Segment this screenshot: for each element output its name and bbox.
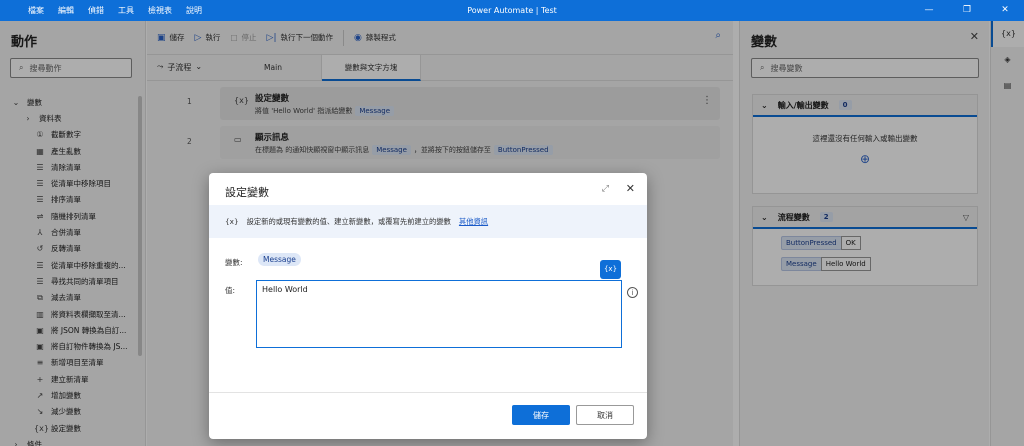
dialog-info-banner: {x} 設定新的或現有變數的值、建立新變數，或覆寫先前建立的變數 其他資訊 xyxy=(209,205,647,238)
maximize-button[interactable]: ❐ xyxy=(948,0,986,21)
minimize-button[interactable]: — xyxy=(910,0,948,21)
info-icon[interactable]: i xyxy=(627,287,638,298)
value-label: 值: xyxy=(225,286,236,295)
expand-icon[interactable]: ⤢ xyxy=(602,184,609,194)
variable-label: 變數: xyxy=(225,258,243,267)
variable-icon: {x} xyxy=(225,217,239,226)
dialog-footer: 儲存 取消 xyxy=(209,392,647,439)
app-title: Power Automate | Test xyxy=(467,6,557,15)
more-info-link[interactable]: 其他資訊 xyxy=(459,217,488,227)
dialog-info-text: 設定新的或現有變數的值、建立新變數，或覆寫先前建立的變數 xyxy=(246,216,451,226)
insert-variable-button[interactable]: {x} xyxy=(600,260,621,279)
title-bar: 檔案 編輯 偵錯 工具 檢視表 說明 Power Automate | Test… xyxy=(0,0,1024,21)
close-icon[interactable]: ✕ xyxy=(626,182,635,195)
close-window-button[interactable]: ✕ xyxy=(986,0,1024,21)
cancel-button[interactable]: 取消 xyxy=(576,405,634,425)
dialog-title: 設定變數 xyxy=(225,186,269,199)
value-input[interactable]: Hello World xyxy=(256,280,622,348)
save-button[interactable]: 儲存 xyxy=(512,405,570,425)
set-variable-dialog: 設定變數 ⤢ ✕ {x} 設定新的或現有變數的值、建立新變數，或覆寫先前建立的變… xyxy=(209,173,647,439)
variable-name-chip[interactable]: Message xyxy=(258,253,301,266)
